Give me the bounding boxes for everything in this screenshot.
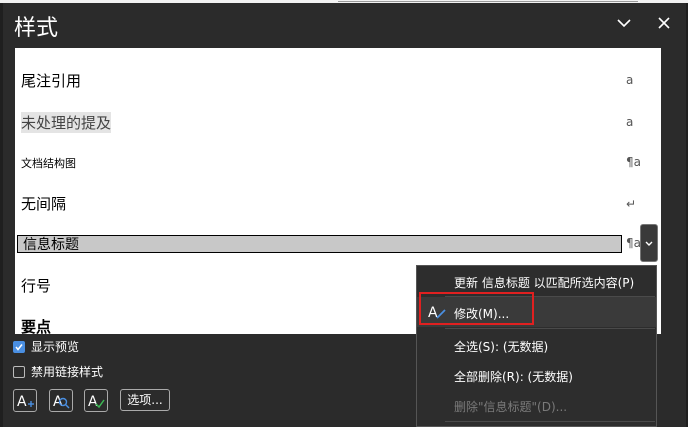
- style-item-message-header-selected[interactable]: 信息标题 ¶a: [15, 233, 661, 253]
- new-style-button[interactable]: A: [13, 389, 37, 412]
- close-icon[interactable]: [655, 14, 673, 32]
- chevron-down-icon: [645, 241, 653, 246]
- char-style-symbol: a: [626, 73, 634, 87]
- style-inspector-icon: A: [53, 394, 70, 410]
- style-label: 行号: [21, 277, 52, 295]
- style-item-no-spacing[interactable]: 无间隔 ↵: [15, 191, 661, 215]
- linked-style-symbol: ¶a: [626, 155, 641, 169]
- disable-linked-styles-checkbox[interactable]: 禁用链接样式: [13, 363, 103, 380]
- checkbox-unchecked-icon[interactable]: [13, 365, 25, 378]
- menu-item-delete-all[interactable]: 全部删除(R): (无数据): [417, 360, 656, 390]
- style-label: 未处理的提及: [21, 112, 112, 133]
- style-label: 信息标题: [23, 237, 79, 253]
- style-label: 要点: [21, 318, 52, 334]
- linked-style-symbol: ¶a: [626, 236, 641, 250]
- style-label: 文档结构图: [21, 157, 76, 170]
- svg-text:A: A: [17, 394, 27, 410]
- show-preview-checkbox[interactable]: 显示预览: [13, 338, 79, 355]
- highlight-annotation-box: [419, 292, 534, 325]
- svg-text:A: A: [53, 394, 63, 410]
- style-context-menu: 更新 信息标题 以匹配所选内容(P) A 修改(M)... 全选(S): (无数…: [416, 265, 657, 427]
- menu-item-delete-style: 删除"信息标题"(D)...: [454, 400, 568, 414]
- style-item-document-map[interactable]: 文档结构图 ¶a: [15, 152, 661, 172]
- checkbox-label: 显示预览: [31, 340, 80, 354]
- manage-styles-button[interactable]: A: [84, 389, 108, 412]
- options-button[interactable]: 选项...: [120, 389, 170, 411]
- char-style-symbol: a: [626, 115, 634, 129]
- selection-highlight: [17, 235, 622, 253]
- svg-text:A: A: [88, 394, 98, 410]
- style-item-unresolved-mention[interactable]: 未处理的提及 a: [15, 110, 661, 134]
- pane-title: 样式: [14, 16, 59, 41]
- menu-separator: [445, 328, 655, 329]
- style-item-endnote-reference[interactable]: 尾注引用 a: [15, 68, 661, 92]
- style-inspector-button[interactable]: A: [49, 389, 73, 412]
- new-style-icon: A: [17, 394, 34, 410]
- chevron-down-icon[interactable]: [615, 14, 633, 32]
- menu-item-select-all[interactable]: 全选(S): (无数据): [417, 330, 656, 360]
- style-dropdown-button[interactable]: [640, 224, 658, 262]
- style-label: 尾注引用: [21, 72, 82, 90]
- checkbox-checked-icon[interactable]: [13, 340, 25, 353]
- checkbox-label: 禁用链接样式: [31, 365, 104, 379]
- menu-separator: [445, 421, 655, 422]
- paragraph-style-symbol: ↵: [626, 197, 637, 211]
- style-label: 无间隔: [21, 195, 67, 213]
- manage-styles-icon: A: [88, 394, 105, 410]
